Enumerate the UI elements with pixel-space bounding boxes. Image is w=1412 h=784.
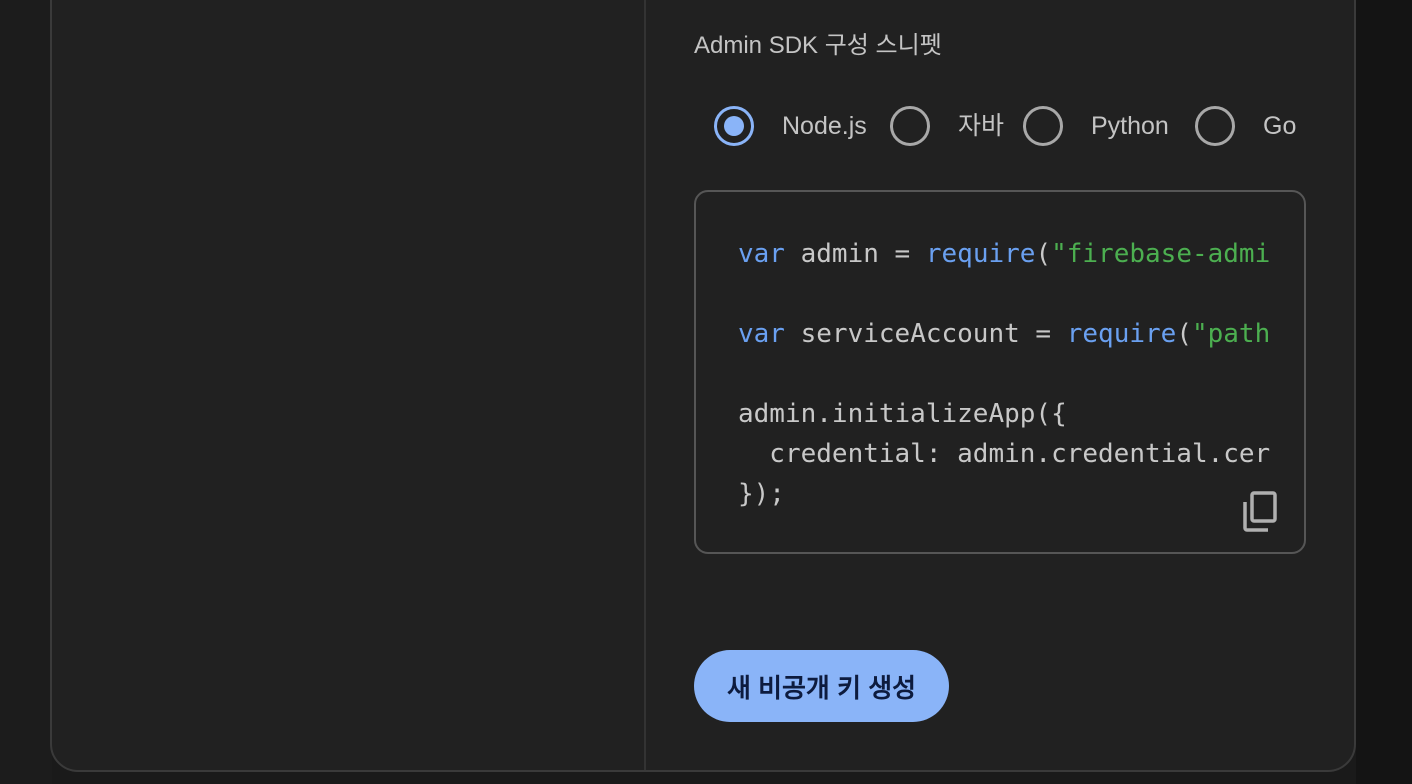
code-string: "path — [1191, 319, 1271, 349]
radio-label-python[interactable]: Python — [1091, 110, 1169, 142]
section-title: Admin SDK 구성 스니펫 — [694, 32, 942, 59]
radio-java[interactable] — [890, 106, 930, 146]
code-line-4: credential: admin.credential.cer — [738, 439, 1271, 469]
outer-right-panel — [1356, 0, 1412, 784]
radio-python[interactable] — [1023, 106, 1063, 146]
column-divider — [644, 0, 646, 770]
radio-go[interactable] — [1195, 106, 1235, 146]
code-function: require — [1066, 319, 1177, 349]
generate-private-key-button[interactable]: 새 비공개 키 생성 — [694, 650, 949, 722]
code-text: admin = — [784, 239, 926, 269]
radio-label-go[interactable]: Go — [1263, 110, 1296, 142]
code-snippet-box: var admin = require("firebase-admi var s… — [694, 190, 1306, 554]
code-function: require — [925, 239, 1036, 269]
copy-icon[interactable] — [1240, 490, 1280, 534]
code-snippet: var admin = require("firebase-admi var s… — [738, 234, 1270, 514]
code-text: serviceAccount = — [784, 319, 1067, 349]
outer-left-panel — [0, 0, 52, 784]
code-line-5: }); — [738, 479, 785, 509]
radio-label-java[interactable]: 자바 — [958, 110, 1004, 142]
code-paren: ( — [1176, 319, 1192, 349]
code-keyword: var — [738, 319, 785, 349]
code-line-3: admin.initializeApp({ — [738, 399, 1067, 429]
code-keyword: var — [738, 239, 785, 269]
radio-selected-dot — [724, 116, 744, 136]
code-string: "firebase-admi — [1051, 239, 1271, 269]
code-line-2: var serviceAccount = require("path — [738, 319, 1270, 349]
code-paren: ( — [1035, 239, 1052, 269]
radio-label-nodejs[interactable]: Node.js — [782, 110, 867, 142]
radio-nodejs[interactable] — [714, 106, 754, 146]
copy-icon-graphic — [1243, 491, 1277, 532]
code-line-1: var admin = require("firebase-admi — [738, 239, 1270, 269]
